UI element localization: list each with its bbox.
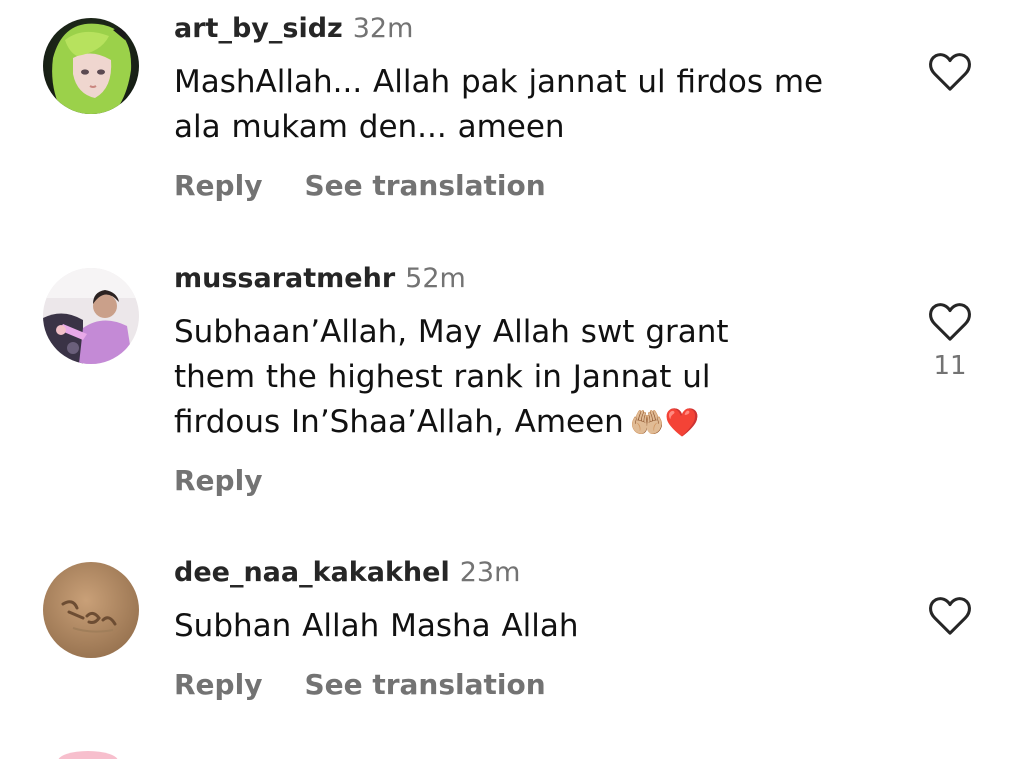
reply-button[interactable]: Reply — [174, 668, 262, 701]
reply-button[interactable]: Reply — [174, 464, 262, 497]
comment-text: Subhaan’Allah, May Allah swt grant them … — [174, 310, 894, 445]
comment-text-line: them the highest rank in Jannat ul — [174, 359, 711, 395]
woman-photo-avatar-icon — [43, 268, 139, 364]
comment-text-line: Subhaan’Allah, May Allah swt grant — [174, 314, 729, 350]
comments-list: art_by_sidz 32m MashAllah... Allah pak ja… — [0, 0, 1024, 759]
sand-writing-avatar-icon — [43, 562, 139, 658]
like-count: 11 — [933, 351, 967, 381]
comment-text-line: ala mukam den... ameen — [174, 109, 565, 145]
comment-username[interactable]: art_by_sidz — [174, 13, 343, 44]
reply-button[interactable]: Reply — [174, 169, 262, 202]
comment-username[interactable]: mussaratmehr — [174, 263, 395, 294]
heart-outline-icon — [929, 303, 971, 341]
like-button[interactable]: 11 — [923, 301, 977, 381]
comment-username[interactable]: dee_naa_kakakhel — [174, 557, 450, 588]
see-translation-button[interactable]: See translation — [304, 668, 545, 701]
heart-outline-icon — [929, 53, 971, 91]
next-comment-avatar[interactable] — [58, 751, 118, 759]
green-hair-girl-avatar-icon — [43, 18, 139, 114]
praying-hands-heart-emoji: 🤲🏼❤️ — [629, 406, 700, 439]
heart-outline-icon — [929, 597, 971, 635]
like-button[interactable] — [923, 51, 977, 93]
comment-text: Subhan Allah Masha Allah — [174, 604, 894, 649]
comment-timestamp: 32m — [352, 13, 414, 44]
comment-text: MashAllah... Allah pak jannat ul firdos … — [174, 60, 894, 150]
comment-text-line: Subhan Allah Masha Allah — [174, 608, 579, 644]
comment-text-line: firdous In’Shaa’Allah, Ameen — [174, 404, 624, 440]
avatar[interactable] — [43, 268, 139, 364]
comment-timestamp: 23m — [459, 557, 521, 588]
like-button[interactable] — [923, 595, 977, 637]
avatar[interactable] — [43, 18, 139, 114]
avatar[interactable] — [43, 562, 139, 658]
comment-text-line: MashAllah... Allah pak jannat ul firdos … — [174, 64, 824, 100]
see-translation-button[interactable]: See translation — [304, 169, 545, 202]
comment-timestamp: 52m — [405, 263, 466, 294]
